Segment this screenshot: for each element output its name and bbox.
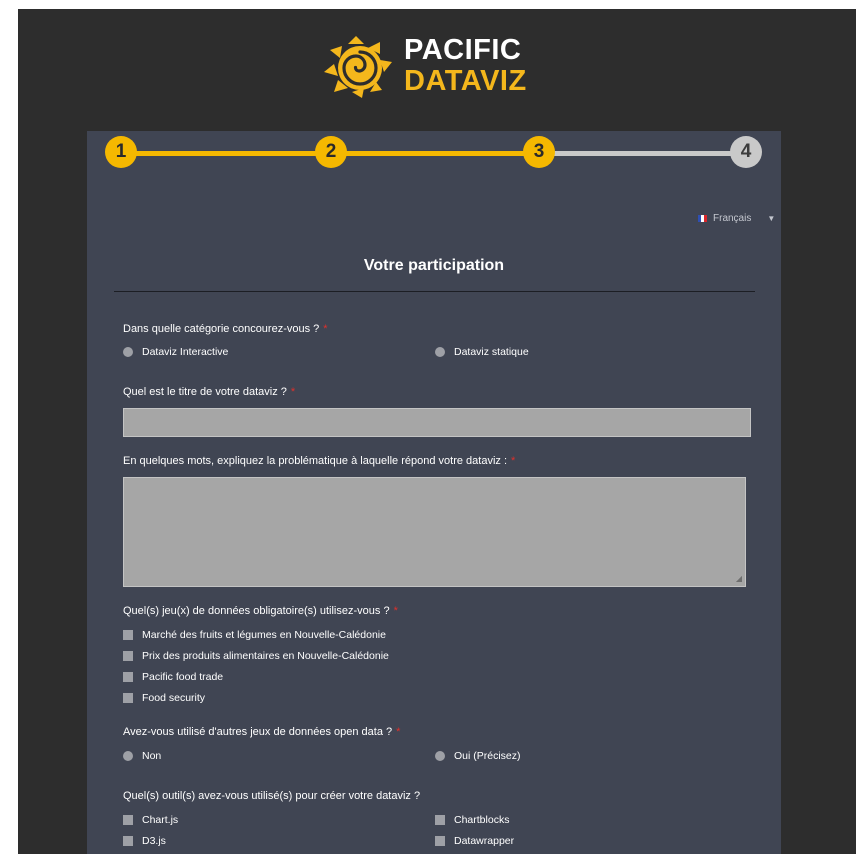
stepper-line-3-4 — [539, 151, 747, 156]
checkbox-box[interactable] — [123, 693, 133, 703]
step-1[interactable]: 1 — [105, 136, 137, 168]
progress-stepper: 1 2 3 4 — [87, 131, 781, 177]
radio-circle[interactable] — [435, 751, 445, 761]
resize-handle-icon[interactable]: ◢ — [736, 574, 742, 583]
checkbox-box[interactable] — [123, 630, 133, 640]
tools-question: Quel(s) outil(s) avez-vous utilisé(s) po… — [123, 790, 421, 802]
checkbox-tool-chartjs[interactable]: Chart.js — [123, 814, 178, 826]
required-marker: * — [290, 386, 296, 398]
checkbox-box[interactable] — [435, 836, 445, 846]
france-flag-icon — [698, 215, 707, 222]
category-question: Dans quelle catégorie concourez-vous ? * — [123, 323, 328, 335]
checkbox-tool-datawrapper[interactable]: Datawrapper — [435, 835, 514, 847]
step-4[interactable]: 4 — [730, 136, 762, 168]
required-marker: * — [396, 726, 401, 738]
form-title: Votre participation — [363, 257, 505, 274]
stepper-line-1-2 — [121, 151, 334, 156]
radio-circle[interactable] — [435, 347, 445, 357]
other-data-question: Avez-vous utilisé d'autres jeux de donné… — [123, 726, 401, 738]
required-marker: * — [511, 455, 516, 467]
title-divider — [114, 291, 755, 292]
logo-title-line2: DATAVIZ — [404, 65, 527, 97]
checkbox-box[interactable] — [123, 836, 133, 846]
checkbox-dataset-marche[interactable]: Marché des fruits et légumes en Nouvelle… — [123, 629, 386, 641]
form-card: 1 2 3 4 Français ▼ Votre participation D… — [87, 131, 781, 854]
radio-circle[interactable] — [123, 347, 133, 357]
radio-dataviz-statique[interactable]: Dataviz statique — [435, 346, 529, 358]
language-selector[interactable]: Français ▼ — [698, 213, 775, 224]
radio-dataviz-interactive[interactable]: Dataviz Interactive — [123, 346, 228, 358]
radio-other-data-oui[interactable]: Oui (Précisez) — [435, 750, 521, 762]
caret-down-icon: ▼ — [767, 214, 776, 223]
problem-textarea[interactable]: ◢ — [123, 477, 746, 587]
radio-circle[interactable] — [123, 751, 133, 761]
checkbox-tool-d3js[interactable]: D3.js — [123, 835, 166, 847]
problem-question: En quelques mots, expliquez la problémat… — [123, 455, 516, 467]
dataviz-title-question: Quel est le titre de votre dataviz ? * — [123, 386, 296, 398]
checkbox-box[interactable] — [123, 672, 133, 682]
radio-other-data-non[interactable]: Non — [123, 750, 161, 762]
checkbox-tool-chartblocks[interactable]: Chartblocks — [435, 814, 509, 826]
step-3-current[interactable]: 3 — [523, 136, 555, 168]
checkbox-box[interactable] — [123, 651, 133, 661]
checkbox-box[interactable] — [123, 815, 133, 825]
dataviz-title-input[interactable] — [123, 408, 751, 437]
checkbox-dataset-prix[interactable]: Prix des produits alimentaires en Nouvel… — [123, 650, 389, 662]
logo-title-line1: PACIFIC — [404, 34, 522, 66]
stepper-line-2-3 — [334, 151, 539, 156]
checkbox-dataset-pacific-food-trade[interactable]: Pacific food trade — [123, 671, 223, 683]
required-marker: * — [393, 605, 398, 617]
checkbox-box[interactable] — [435, 815, 445, 825]
sun-swirl-icon — [324, 36, 392, 98]
checkbox-dataset-food-security[interactable]: Food security — [123, 692, 205, 704]
pacific-dataviz-logo[interactable]: PACIFIC DATAVIZ — [322, 32, 552, 102]
required-marker: * — [323, 323, 328, 335]
language-label: Français — [713, 213, 752, 224]
step-2[interactable]: 2 — [315, 136, 347, 168]
datasets-question: Quel(s) jeu(x) de données obligatoire(s)… — [123, 605, 398, 617]
